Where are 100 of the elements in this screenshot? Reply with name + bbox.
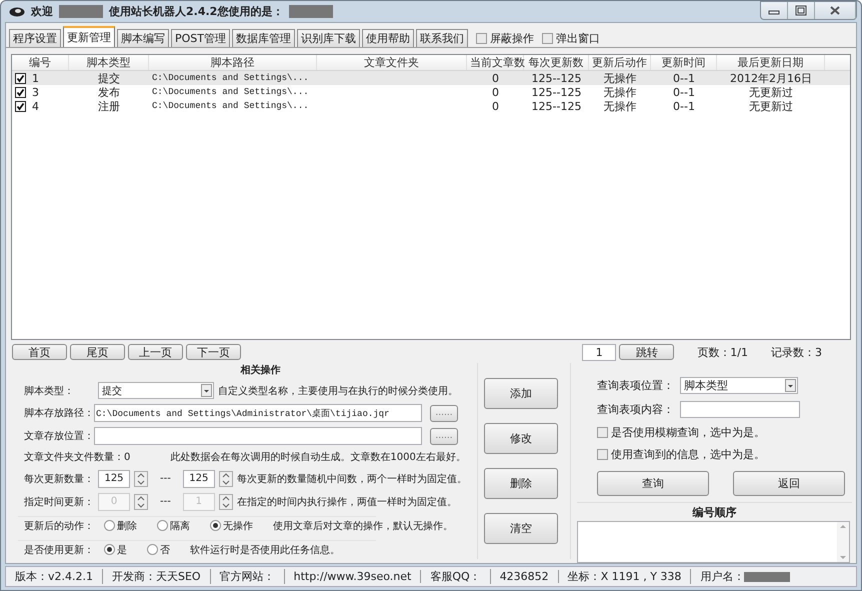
checkbox-label: 弹出窗口 bbox=[556, 30, 600, 46]
checkbox[interactable] bbox=[597, 427, 608, 438]
column-header: 脚本类型 bbox=[69, 55, 149, 70]
path-field[interactable] bbox=[94, 427, 422, 445]
column-header: 更新时间 bbox=[651, 55, 717, 70]
field-label: 文章存放位置： bbox=[24, 430, 94, 443]
dropdown-field[interactable]: 脚本类型 bbox=[680, 377, 798, 394]
folder-count: 文章文件夹文件数量：0 bbox=[24, 450, 130, 464]
field-label: 查询表项位置： bbox=[597, 378, 675, 393]
field-label: 指定时间更新： bbox=[24, 496, 94, 509]
table-cell-text: 无操作 bbox=[602, 84, 638, 100]
action-button[interactable]: 清空 bbox=[484, 513, 558, 544]
section-title: 相关操作 bbox=[240, 364, 280, 377]
page-button[interactable]: 上一页 bbox=[128, 344, 183, 360]
search-field[interactable] bbox=[680, 401, 800, 418]
radio-button[interactable] bbox=[104, 520, 115, 532]
status-text: 4236852 bbox=[500, 570, 549, 583]
action-button[interactable]: 添加 bbox=[484, 378, 558, 409]
section-title: 编号顺序 bbox=[692, 505, 738, 520]
column-header: 当前文章数 bbox=[467, 55, 524, 70]
hint-text: 自定义类型名称，主要使用与在执行的时候分类使用。 bbox=[218, 384, 458, 398]
page-field[interactable]: 1 bbox=[582, 344, 616, 360]
column-header: 文章文件夹 bbox=[317, 55, 467, 70]
radio-label: 否 bbox=[160, 544, 170, 557]
jump-button[interactable]: 跳转 bbox=[619, 344, 674, 360]
hint-text: 在指定的时间内执行操作，两值一样时为固定值。 bbox=[236, 496, 457, 509]
table-cell: 4 bbox=[32, 100, 39, 112]
status-text: http://www.39seo.net bbox=[294, 570, 412, 583]
table-cell-text: 0--1 bbox=[672, 100, 696, 112]
hint-text: 使用文章后对文章的操作，默认无操作。 bbox=[273, 520, 453, 533]
selected-row[interactable]: 1 提交 C:\Documents and Settings\... 0 125--125 无操作 0--1 2012年2月16日 bbox=[12, 71, 850, 85]
window-title: 使用站长机器人2.4.2您使用的是： bbox=[109, 4, 284, 19]
checkbox[interactable] bbox=[597, 449, 608, 460]
radio-label: 隔离 bbox=[170, 520, 190, 533]
hint-text: 软件运行时是否使用此任务信息。 bbox=[190, 544, 340, 557]
tab[interactable]: 程序设置 bbox=[9, 29, 61, 47]
checkbox-label: 是否使用模糊查询，选中为是。 bbox=[611, 425, 765, 440]
spinner-icon[interactable] bbox=[134, 494, 148, 510]
column-header: 编号 bbox=[12, 55, 69, 70]
tab[interactable]: 更新管理 bbox=[63, 26, 115, 47]
page-button[interactable]: 下一页 bbox=[186, 344, 241, 360]
table-cell-text: 无更新过 bbox=[748, 98, 794, 114]
table-cell-text: 125--125 bbox=[530, 72, 582, 84]
tab[interactable]: 数据库管理 bbox=[232, 29, 295, 47]
page-button[interactable]: 首页 bbox=[12, 344, 67, 360]
number-field[interactable]: 125 bbox=[182, 470, 215, 488]
checkbox-label: 使用查询到的信息，选中为是。 bbox=[611, 447, 765, 462]
browse-button[interactable]: ...... bbox=[430, 428, 458, 444]
path-field[interactable]: C:\Documents and Settings\Administrator\桌面\tijiao.jqr bbox=[94, 404, 422, 422]
status-text: 官方网站： bbox=[220, 569, 275, 584]
radio-button[interactable] bbox=[210, 520, 221, 532]
checkbox-label: 屏蔽操作 bbox=[490, 30, 534, 46]
window-title: 欢迎 bbox=[31, 4, 53, 19]
status-text: 版本：v2.4.2.1 bbox=[15, 569, 93, 584]
checkbox[interactable] bbox=[15, 100, 26, 112]
tab[interactable]: POST管理 bbox=[171, 29, 230, 47]
field-label: 每次更新数量： bbox=[24, 472, 94, 486]
action-button[interactable]: 修改 bbox=[484, 423, 558, 454]
tab[interactable]: 脚本编写 bbox=[117, 29, 169, 47]
table-cell-text: 2012年2月16日 bbox=[729, 70, 813, 86]
tab[interactable]: 使用帮助 bbox=[362, 29, 414, 47]
radio-button[interactable] bbox=[157, 520, 168, 532]
action-button[interactable]: 删除 bbox=[484, 468, 558, 499]
checkbox[interactable] bbox=[476, 32, 487, 44]
table-cell-text: 无更新过 bbox=[748, 84, 794, 100]
radio-label: 是 bbox=[117, 544, 127, 557]
checkbox[interactable] bbox=[15, 86, 26, 98]
redacted-block bbox=[289, 5, 334, 18]
dropdown-field[interactable]: 提交 bbox=[98, 382, 214, 399]
column-header: 每次更新数 bbox=[524, 55, 589, 70]
tab[interactable]: 识别库下载 bbox=[297, 29, 360, 47]
status-text: 开发商：天天SEO bbox=[112, 569, 201, 584]
hint-text: 此处数据会在每次调用的时候自动生成。文章数在1000左右最好。 bbox=[170, 450, 466, 464]
tab[interactable]: 联系我们 bbox=[416, 29, 468, 47]
field-label: 更新后的动作： bbox=[24, 520, 94, 533]
spinner-icon[interactable] bbox=[134, 470, 148, 487]
checkbox[interactable] bbox=[542, 32, 553, 44]
browse-button[interactable]: ...... bbox=[430, 404, 458, 422]
spinner-icon[interactable] bbox=[218, 470, 233, 487]
range-separator: --- bbox=[160, 473, 171, 484]
table-cell-text: 提交 bbox=[97, 70, 121, 86]
radio-button[interactable] bbox=[104, 544, 115, 556]
table-cell-text: 125--125 bbox=[530, 86, 582, 98]
query-button[interactable]: 返回 bbox=[733, 471, 845, 496]
range-separator: --- bbox=[160, 496, 171, 508]
status-text: 客服QQ： bbox=[430, 569, 481, 584]
redacted-block bbox=[59, 5, 103, 18]
table-cell-text: 发布 bbox=[97, 84, 121, 100]
table-cell-text: 0 bbox=[491, 100, 500, 112]
spinner-icon[interactable] bbox=[218, 494, 233, 510]
table-cell-text: 0 bbox=[491, 72, 500, 84]
query-button[interactable]: 查询 bbox=[597, 471, 709, 496]
field-label: 是否使用更新： bbox=[24, 544, 94, 557]
page-button[interactable]: 尾页 bbox=[70, 344, 125, 360]
field-label: 脚本存放路径： bbox=[24, 406, 94, 420]
checkbox[interactable] bbox=[15, 72, 26, 84]
column-header: 更新后动作 bbox=[589, 55, 651, 70]
number-field[interactable]: 125 bbox=[98, 470, 130, 488]
radio-button[interactable] bbox=[147, 544, 158, 556]
field-label: 查询表项内容： bbox=[597, 402, 675, 417]
